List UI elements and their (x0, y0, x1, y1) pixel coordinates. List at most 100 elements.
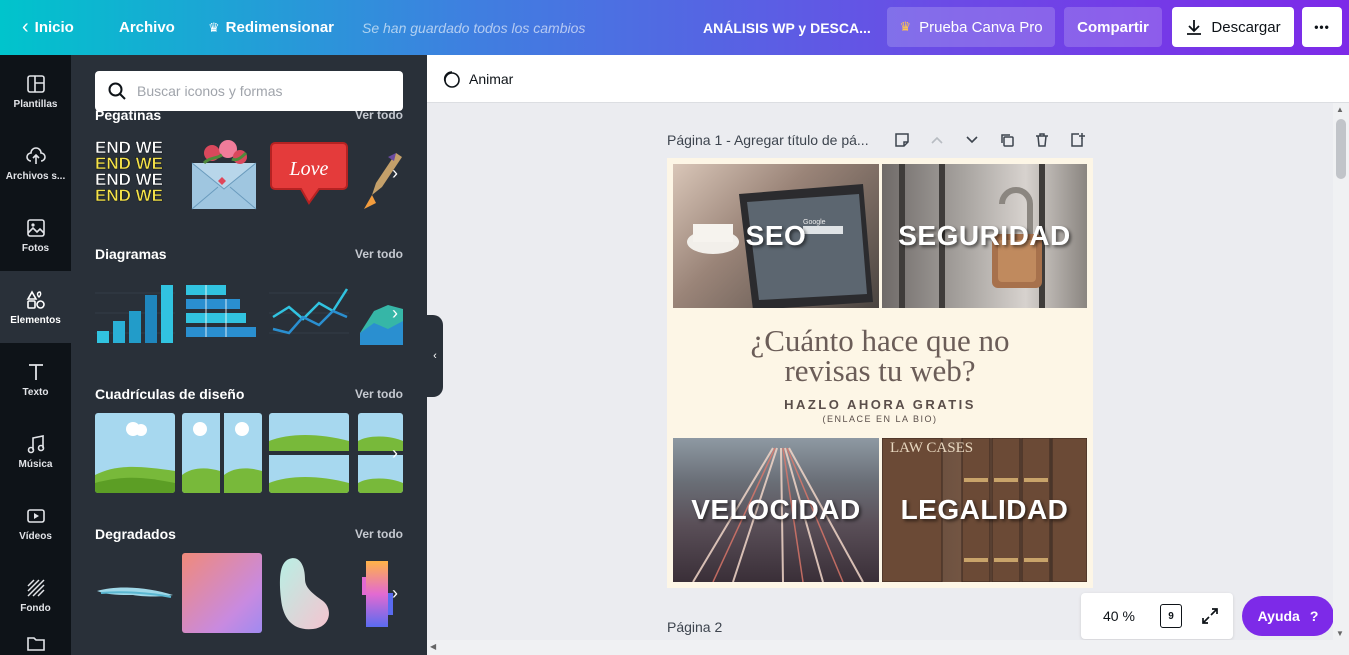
help-button[interactable]: Ayuda ? (1242, 596, 1334, 636)
nav-photos[interactable]: Fotos (0, 199, 71, 271)
see-all-grids[interactable]: Ver todo (355, 387, 403, 401)
download-icon (1187, 20, 1202, 35)
nav-label: Fondo (20, 602, 51, 614)
download-label: Descargar (1211, 18, 1281, 36)
tile-label-legal: LEGALIDAD (900, 494, 1069, 525)
nav-label: Música (18, 458, 53, 470)
nav-label: Fotos (21, 242, 50, 254)
page-actions (893, 128, 1086, 152)
chevron-left-icon: ‹ (433, 350, 437, 362)
nav-folder[interactable] (0, 631, 71, 655)
try-pro-button[interactable]: ♛ Prueba Canva Pro (887, 7, 1055, 47)
home-button[interactable]: ‹ Inicio (22, 0, 74, 55)
more-icon: ••• (1314, 20, 1330, 34)
help-label: Ayuda (1257, 608, 1300, 624)
try-pro-label: Prueba Canva Pro (919, 18, 1043, 36)
gradient-square[interactable] (182, 553, 262, 633)
notes-icon[interactable] (893, 131, 911, 149)
diagram-horizontal-bars[interactable] (184, 273, 264, 353)
file-label: Archivo (119, 19, 175, 36)
duplicate-page-icon[interactable] (998, 131, 1016, 149)
horizontal-scrollbar[interactable]: ◀ (427, 640, 1349, 655)
templates-icon (26, 74, 45, 93)
diagram-bar-chart[interactable] (95, 273, 175, 353)
resize-label: Redimensionar (225, 19, 335, 36)
grid-single[interactable] (95, 413, 175, 493)
chevron-down-icon[interactable] (963, 131, 981, 149)
search-input[interactable] (137, 83, 377, 99)
nav-label: Archivos s... (5, 170, 66, 182)
nav-label: Plantillas (13, 98, 58, 110)
nav-music[interactable]: Música (0, 415, 71, 487)
photos-icon (26, 218, 45, 237)
section-title-gradients: Degradados (95, 526, 176, 542)
sticker-envelope[interactable] (184, 133, 264, 213)
search-box[interactable] (95, 71, 403, 111)
design-canvas[interactable]: Google SEO SEGURIDAD ¿Cuánto hace que no… (667, 158, 1093, 588)
tile-label-speed: VELOCIDAD (691, 494, 861, 525)
sticker-weekend[interactable]: END WE END WE END WE END WE (95, 133, 175, 213)
scroll-left-icon[interactable]: ◀ (430, 642, 436, 651)
animate-icon (443, 71, 460, 88)
design-subtext[interactable]: (ENLACE EN LA BIO) (667, 414, 1093, 424)
help-icon: ? (1309, 608, 1319, 624)
see-all-diagrams[interactable]: Ver todo (355, 247, 403, 261)
nav-uploads[interactable]: Archivos s... (0, 127, 71, 199)
home-label: Inicio (34, 19, 74, 36)
chevron-left-icon: ‹ (22, 16, 29, 38)
background-icon (26, 578, 45, 597)
zoom-level[interactable]: 40 % (1103, 608, 1135, 624)
sticker-love-bubble[interactable]: Love (269, 133, 349, 213)
grid-two-rows[interactable] (269, 413, 349, 493)
page-2-title[interactable]: Página 2 (667, 619, 722, 635)
scroll-up-icon[interactable]: ▲ (1336, 105, 1344, 114)
tile-label-security: SEGURIDAD (898, 220, 1071, 251)
grid-two-columns[interactable] (182, 413, 262, 493)
vertical-scrollbar[interactable]: ▲ ▼ (1333, 103, 1349, 640)
grids-next-arrow[interactable]: › (383, 441, 407, 465)
photo-tile-legal[interactable]: LAW CASES LEGALIDAD (882, 438, 1087, 582)
diagrams-next-arrow[interactable]: › (383, 301, 407, 325)
scrollbar-thumb[interactable] (1336, 119, 1346, 179)
gradient-blob[interactable] (269, 553, 349, 633)
more-options-button[interactable]: ••• (1302, 7, 1342, 47)
tablet-screen-text: Google (803, 219, 826, 226)
photo-tile-speed[interactable]: VELOCIDAD (673, 438, 879, 582)
share-button[interactable]: Compartir (1064, 7, 1162, 47)
svg-text:END WE: END WE (95, 186, 163, 205)
design-question[interactable]: ¿Cuánto hace que no revisas tu web? (667, 325, 1093, 386)
nav-elements[interactable]: Elementos (0, 271, 71, 343)
photo-tile-security[interactable]: SEGURIDAD (882, 164, 1087, 308)
file-menu[interactable]: Archivo (119, 0, 175, 55)
add-page-icon[interactable] (1068, 131, 1086, 149)
resize-button[interactable]: ♛ Redimensionar (208, 0, 334, 55)
nav-background[interactable]: Fondo (0, 559, 71, 631)
design-cta[interactable]: HAZLO AHORA GRATIS (667, 397, 1093, 412)
nav-templates[interactable]: Plantillas (0, 55, 71, 127)
gradients-next-arrow[interactable]: › (383, 581, 407, 605)
document-title[interactable]: ANÁLISIS WP y DESCA... (703, 0, 871, 55)
gradient-brush-stroke[interactable] (95, 553, 175, 633)
nav-videos[interactable]: Vídeos (0, 487, 71, 559)
delete-page-icon[interactable] (1033, 131, 1051, 149)
search-icon (108, 82, 126, 100)
book-spine-text: LAW CASES (890, 440, 973, 456)
see-all-gradients[interactable]: Ver todo (355, 527, 403, 541)
stickers-next-arrow[interactable]: › (383, 161, 407, 185)
chevron-up-icon[interactable] (928, 131, 946, 149)
nav-label: Texto (22, 386, 49, 398)
upload-icon (25, 146, 46, 164)
download-button[interactable]: Descargar (1172, 7, 1294, 47)
zoom-controls: 40 % 9 (1081, 593, 1233, 639)
diagram-line-chart[interactable] (269, 273, 349, 353)
collapse-panel-button[interactable]: ‹ (427, 315, 443, 397)
animate-button[interactable]: Animar (441, 55, 513, 103)
editor-toolbar: Animar (427, 55, 1349, 103)
page-grid-view-icon[interactable]: 9 (1160, 604, 1182, 628)
elements-icon (26, 289, 45, 309)
nav-text[interactable]: Texto (0, 343, 71, 415)
folder-icon (26, 637, 45, 651)
photo-tile-seo[interactable]: Google SEO (673, 164, 879, 308)
fullscreen-icon[interactable] (1200, 606, 1220, 629)
scroll-down-icon[interactable]: ▼ (1336, 629, 1344, 638)
